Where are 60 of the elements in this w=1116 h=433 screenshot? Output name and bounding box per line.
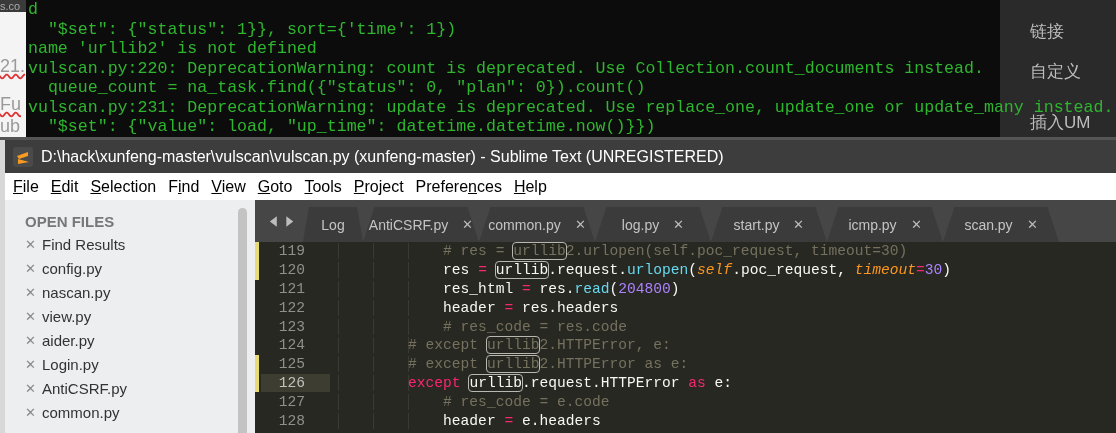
file-tab[interactable]: log.py ✕ [595,207,711,242]
text-fragment: Fu [0,94,22,114]
console-line: "$set": {"status": 1}}, sort={'time': 1}) [46,19,457,39]
open-file-item[interactable]: ✕ aider.py [25,328,238,352]
menu-item[interactable]: Project [348,175,411,198]
file-name: config.py [42,259,103,277]
menu-item[interactable]: Find [163,175,207,198]
sidebar-header: OPEN FILES [25,213,116,230]
console-line: vulscan.py:220: DeprecationWarning: count is deprecated. Use Collection.count_documents instead. [28,58,984,78]
open-file-item[interactable]: ✕ config.py [25,256,238,280]
line-number: 127 [278,393,305,410]
file-tab[interactable]: icmp.py ✕ [827,207,943,242]
line-number: 128 [278,412,305,429]
file-tab[interactable]: AntiCSRF.py ✕ [363,207,479,242]
panel-item[interactable]: 自定义 [1030,62,1081,82]
scrollbar-thumb[interactable] [238,208,247,433]
open-file-item[interactable]: ✕ Find Results [25,232,238,256]
line-number: 123 [278,318,305,335]
file-name: Find Results [42,235,126,253]
menu-item[interactable]: Edit [45,175,86,198]
file-name: AntiCSRF.py [42,379,128,397]
file-name: nascan.py [42,283,111,301]
console-line: name 'urllib2' is not defined [28,39,317,59]
file-tab[interactable]: common.py ✕ [479,207,595,242]
console-line: "$set": {"value": load, "up_time": datetime.datetime.now()}}) [46,117,656,137]
line-number: 125 [278,356,305,373]
file-name: common.py [42,403,120,421]
open-file-item[interactable]: ✕ AntiCSRF.py [25,376,238,400]
text-fragment: ub [0,116,22,136]
menu-item[interactable]: Preferences [410,175,509,198]
window-title: D:\hack\xunfeng-master\vulscan\vulscan.py (xunfeng-master) - Sublime Text (UNREGISTERED) [41,147,724,166]
console-line: d [28,0,38,20]
file-name: aider.py [42,331,95,349]
open-file-item[interactable]: ✕ view.py [25,304,238,328]
line-number: 124 [278,337,305,354]
panel-item[interactable]: 链接 [1030,22,1064,42]
console-line: queue_count = na_task.find({"status": 0, "plan": 0}).count() [46,78,646,98]
line-number: 126 [278,374,305,391]
menu-item[interactable]: Selection [85,175,164,198]
line-number: 119 [278,243,305,260]
file-tab[interactable]: start.py ✕ [711,207,827,242]
menu-item[interactable]: File [8,175,46,198]
open-file-item[interactable]: ✕ nascan.py [25,280,238,304]
menu-item[interactable]: Tools [299,175,349,198]
app-logo-icon [13,146,33,167]
file-tab[interactable]: scan.py ✕ [943,207,1059,242]
open-file-item[interactable]: ✕ common.py [25,400,238,424]
line-number: 122 [278,299,305,316]
file-name: view.py [42,307,92,325]
text-fragment: 21. [0,56,26,76]
menu-item[interactable]: Goto [252,175,300,198]
line-number: 121 [278,281,305,297]
menu-item[interactable]: View [206,175,253,198]
file-name: Login.py [42,355,99,373]
tab-scroll-arrows-icon[interactable] [269,215,295,228]
line-number: 120 [278,262,305,279]
file-tab[interactable]: Log [303,207,363,242]
text-fragment: s.co [0,0,26,12]
menu-item[interactable]: Help [508,175,554,198]
open-file-item[interactable]: ✕ Login.py [25,352,238,376]
